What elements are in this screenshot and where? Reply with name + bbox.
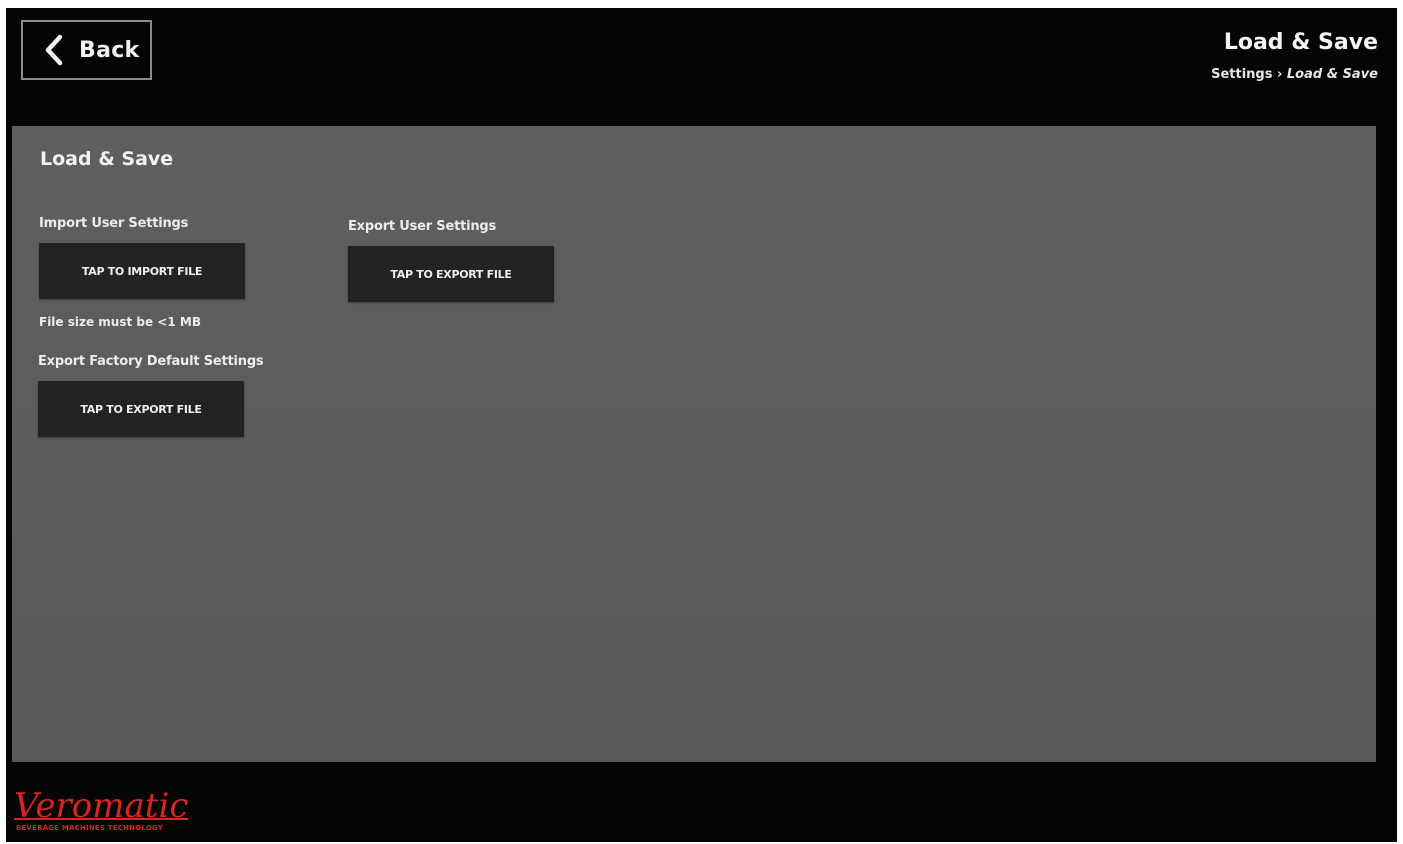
import-file-button[interactable]: TAP TO IMPORT FILE — [39, 243, 245, 299]
logo-wordmark: Veromatic — [14, 786, 189, 826]
file-size-note: File size must be <1 MB — [39, 315, 201, 329]
back-button-label: Back — [79, 37, 140, 63]
screen: Back Load & Save Settings › Load & Save … — [6, 8, 1397, 842]
export-user-settings-label: Export User Settings — [348, 219, 497, 234]
breadcrumb: Settings › Load & Save — [1211, 67, 1378, 82]
settings-panel: Load & Save Import User Settings TAP TO … — [12, 126, 1376, 762]
export-factory-settings-label: Export Factory Default Settings — [38, 354, 264, 369]
breadcrumb-separator-icon: › — [1277, 67, 1283, 82]
export-factory-file-button[interactable]: TAP TO EXPORT FILE — [38, 381, 244, 437]
veromatic-logo: Veromatic BEVERAGE MACHINES TECHNOLOGY — [12, 788, 232, 838]
page-title: Load & Save — [1223, 30, 1378, 55]
back-button[interactable]: Back — [21, 20, 152, 80]
logo-tagline: BEVERAGE MACHINES TECHNOLOGY — [16, 824, 163, 832]
import-user-settings-label: Import User Settings — [39, 216, 189, 231]
chevron-left-icon — [43, 33, 65, 67]
panel-title: Load & Save — [40, 148, 174, 170]
breadcrumb-current: Load & Save — [1286, 67, 1378, 82]
export-user-file-button[interactable]: TAP TO EXPORT FILE — [348, 246, 554, 302]
breadcrumb-parent[interactable]: Settings — [1211, 67, 1272, 82]
